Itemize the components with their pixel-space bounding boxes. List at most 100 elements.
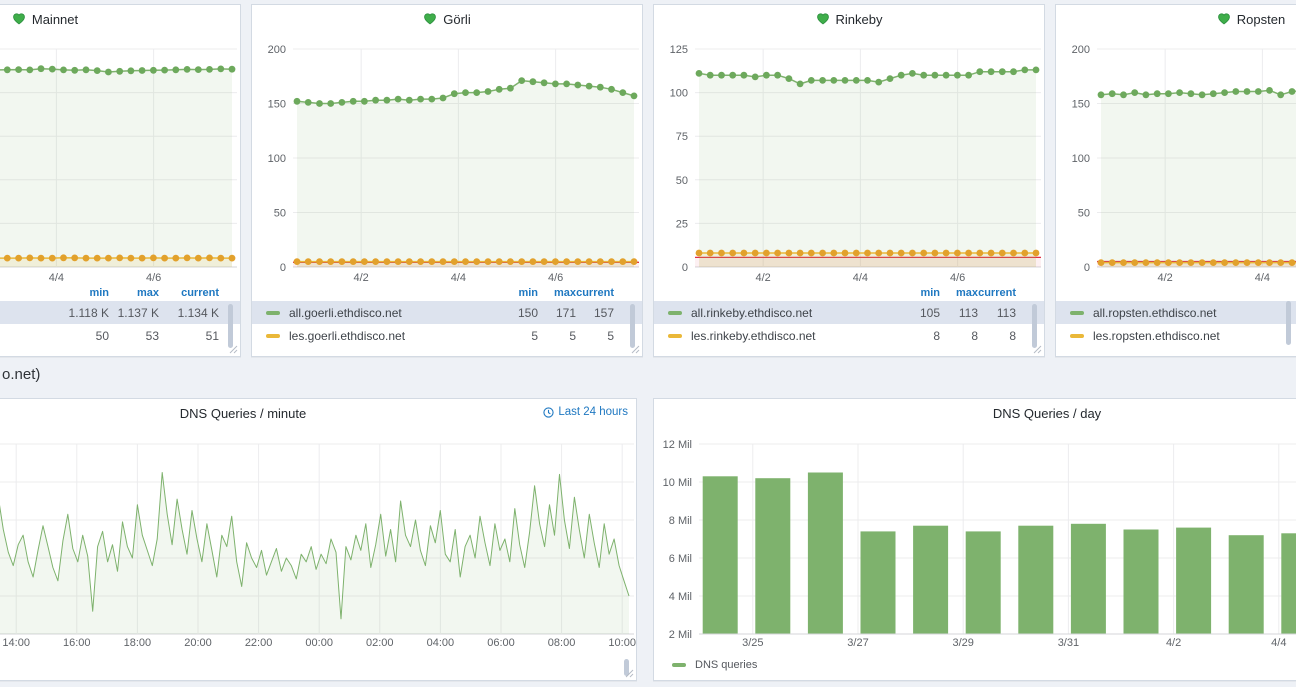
series-name[interactable]: all.goerli.ethdisco.net bbox=[289, 306, 500, 320]
legend: min max current all.ropsten.ethdisco.net… bbox=[1056, 285, 1296, 347]
svg-text:4/2: 4/2 bbox=[756, 272, 771, 284]
svg-text:4/2: 4/2 bbox=[1166, 637, 1181, 649]
svg-text:6 Mil: 6 Mil bbox=[669, 553, 692, 565]
legend-row[interactable]: les.goerli.ethdisco.net 5 5 5 bbox=[252, 324, 642, 347]
panel-dns-queries-minute: DNS Queries / minute Last 24 hours 14:00… bbox=[0, 398, 637, 681]
time-range-label: Last 24 hours bbox=[558, 406, 628, 418]
svg-text:4/6: 4/6 bbox=[146, 272, 161, 284]
legend-row[interactable]: all.ropsten.ethdisco.net bbox=[1056, 301, 1296, 324]
series-min: 5 bbox=[500, 329, 538, 343]
legend-sort-min[interactable]: min bbox=[500, 287, 538, 299]
svg-text:100: 100 bbox=[1072, 153, 1090, 165]
panel-title[interactable]: Görli bbox=[443, 12, 470, 27]
legend-row[interactable]: les.rinkeby.ethdisco.net 8 8 8 bbox=[654, 324, 1044, 347]
legend-row[interactable]: all.goerli.ethdisco.net 150 171 157 bbox=[252, 301, 642, 324]
series-name[interactable]: les.goerli.ethdisco.net bbox=[289, 329, 500, 343]
ropsten-graph-canvas[interactable]: 0501001502004/24/4 bbox=[1056, 35, 1296, 287]
dns-queries-day-graph-canvas[interactable]: 2 Mil4 Mil6 Mil8 Mil10 Mil12 Mil3/253/27… bbox=[654, 429, 1296, 659]
panel-title[interactable]: Rinkeby bbox=[836, 12, 883, 27]
panel-resize-handle[interactable] bbox=[229, 345, 238, 354]
legend-scrollbar[interactable] bbox=[1032, 304, 1037, 348]
panel-title[interactable]: Ropsten bbox=[1237, 12, 1285, 27]
series-min: 150 bbox=[500, 306, 538, 320]
legend-sort-current[interactable]: current bbox=[576, 287, 614, 299]
panel-header: Rinkeby bbox=[654, 5, 1044, 33]
svg-text:02:00: 02:00 bbox=[366, 637, 394, 649]
panel-header: DNS Queries / minute Last 24 hours bbox=[0, 399, 636, 427]
dashboard-viewport: Mainnet 4/4 4/6 min max current 1.118 K 1… bbox=[0, 0, 1296, 687]
alert-ok-heart-icon bbox=[1217, 12, 1231, 26]
legend-scrollbar[interactable] bbox=[1286, 301, 1291, 345]
svg-text:50: 50 bbox=[1078, 208, 1090, 220]
panel-resize-handle[interactable] bbox=[631, 345, 640, 354]
series-name[interactable]: all.rinkeby.ethdisco.net bbox=[691, 306, 902, 320]
series-current: 157 bbox=[576, 306, 614, 320]
svg-text:00:00: 00:00 bbox=[305, 637, 333, 649]
svg-text:4/4: 4/4 bbox=[49, 272, 64, 284]
legend-sort-max[interactable]: max bbox=[109, 287, 159, 299]
rinkeby-graph-canvas[interactable]: 02550751001254/24/44/6 bbox=[654, 35, 1045, 287]
series-max: 5 bbox=[538, 329, 576, 343]
legend-sort-current[interactable]: current bbox=[159, 287, 219, 299]
legend-header: min max current bbox=[1056, 285, 1296, 301]
legend-sort-max[interactable]: max bbox=[538, 287, 576, 299]
svg-text:20:00: 20:00 bbox=[184, 637, 212, 649]
row-title-fragment[interactable]: o.net) bbox=[2, 366, 40, 383]
goerli-graph-canvas[interactable]: 0501001502004/24/44/6 bbox=[252, 35, 643, 287]
svg-text:150: 150 bbox=[268, 99, 286, 111]
svg-text:4 Mil: 4 Mil bbox=[669, 591, 692, 603]
panel-header: Görli bbox=[252, 5, 642, 33]
svg-text:4/4: 4/4 bbox=[853, 272, 868, 284]
svg-text:22:00: 22:00 bbox=[245, 637, 273, 649]
legend-row[interactable]: all.rinkeby.ethdisco.net 105 113 113 bbox=[654, 301, 1044, 324]
legend-row[interactable]: les.ropsten.ethdisco.net bbox=[1056, 324, 1296, 347]
legend: min max current all.goerli.ethdisco.net … bbox=[252, 285, 642, 347]
legend-header: min max current bbox=[252, 285, 642, 301]
series-color-dash-icon bbox=[1070, 334, 1084, 338]
legend-row[interactable]: DNS queries bbox=[672, 659, 757, 671]
legend-scrollbar[interactable] bbox=[630, 304, 635, 348]
legend-row[interactable]: 50 53 51 bbox=[0, 324, 240, 347]
panel-resize-handle[interactable] bbox=[1033, 345, 1042, 354]
alert-ok-heart-icon bbox=[816, 12, 830, 26]
series-min: 50 bbox=[59, 329, 109, 343]
legend-row[interactable]: 1.118 K 1.137 K 1.134 K bbox=[0, 301, 240, 324]
svg-text:4/4: 4/4 bbox=[451, 272, 466, 284]
series-current: 113 bbox=[978, 306, 1016, 320]
panel-header: Mainnet bbox=[0, 5, 240, 33]
svg-text:4/2: 4/2 bbox=[354, 272, 369, 284]
svg-text:0: 0 bbox=[682, 262, 688, 274]
series-current: 8 bbox=[978, 329, 1016, 343]
legend: min max current 1.118 K 1.137 K 1.134 K … bbox=[0, 285, 240, 347]
panel-title[interactable]: DNS Queries / day bbox=[993, 406, 1101, 421]
legend-sort-min[interactable]: min bbox=[59, 287, 109, 299]
series-color-dash-icon bbox=[668, 311, 682, 315]
panel-dns-queries-day: DNS Queries / day 2 Mil4 Mil6 Mil8 Mil10… bbox=[653, 398, 1296, 681]
svg-text:75: 75 bbox=[676, 131, 688, 143]
mainnet-graph-canvas[interactable]: 4/4 4/6 bbox=[0, 35, 241, 287]
time-range-picker[interactable]: Last 24 hours bbox=[543, 406, 628, 418]
legend-sort-current[interactable]: current bbox=[978, 287, 1016, 299]
series-color-dash-icon bbox=[668, 334, 682, 338]
svg-text:100: 100 bbox=[670, 88, 688, 100]
panel-title[interactable]: Mainnet bbox=[32, 12, 78, 27]
panel-resize-handle[interactable] bbox=[625, 669, 634, 678]
svg-text:0: 0 bbox=[1084, 262, 1090, 274]
svg-text:200: 200 bbox=[268, 44, 286, 56]
dns-queries-minute-graph-canvas[interactable]: 14:0016:0018:0020:0022:0000:0002:0004:00… bbox=[0, 429, 637, 659]
series-name[interactable]: les.ropsten.ethdisco.net bbox=[1093, 329, 1296, 343]
series-name[interactable]: all.ropsten.ethdisco.net bbox=[1093, 306, 1296, 320]
legend-sort-max[interactable]: max bbox=[940, 287, 978, 299]
series-color-dash-icon bbox=[266, 311, 280, 315]
series-name[interactable]: les.rinkeby.ethdisco.net bbox=[691, 329, 902, 343]
svg-text:100: 100 bbox=[268, 153, 286, 165]
legend-header: min max current bbox=[0, 285, 240, 301]
series-color-dash-icon bbox=[1070, 311, 1084, 315]
svg-text:10:00: 10:00 bbox=[608, 637, 636, 649]
svg-text:0: 0 bbox=[280, 262, 286, 274]
panel-mainnet: Mainnet 4/4 4/6 min max current 1.118 K 1… bbox=[0, 4, 241, 357]
legend-sort-min[interactable]: min bbox=[902, 287, 940, 299]
legend-scrollbar[interactable] bbox=[228, 304, 233, 348]
series-name[interactable]: DNS queries bbox=[695, 659, 757, 671]
panel-title[interactable]: DNS Queries / minute bbox=[180, 406, 306, 421]
